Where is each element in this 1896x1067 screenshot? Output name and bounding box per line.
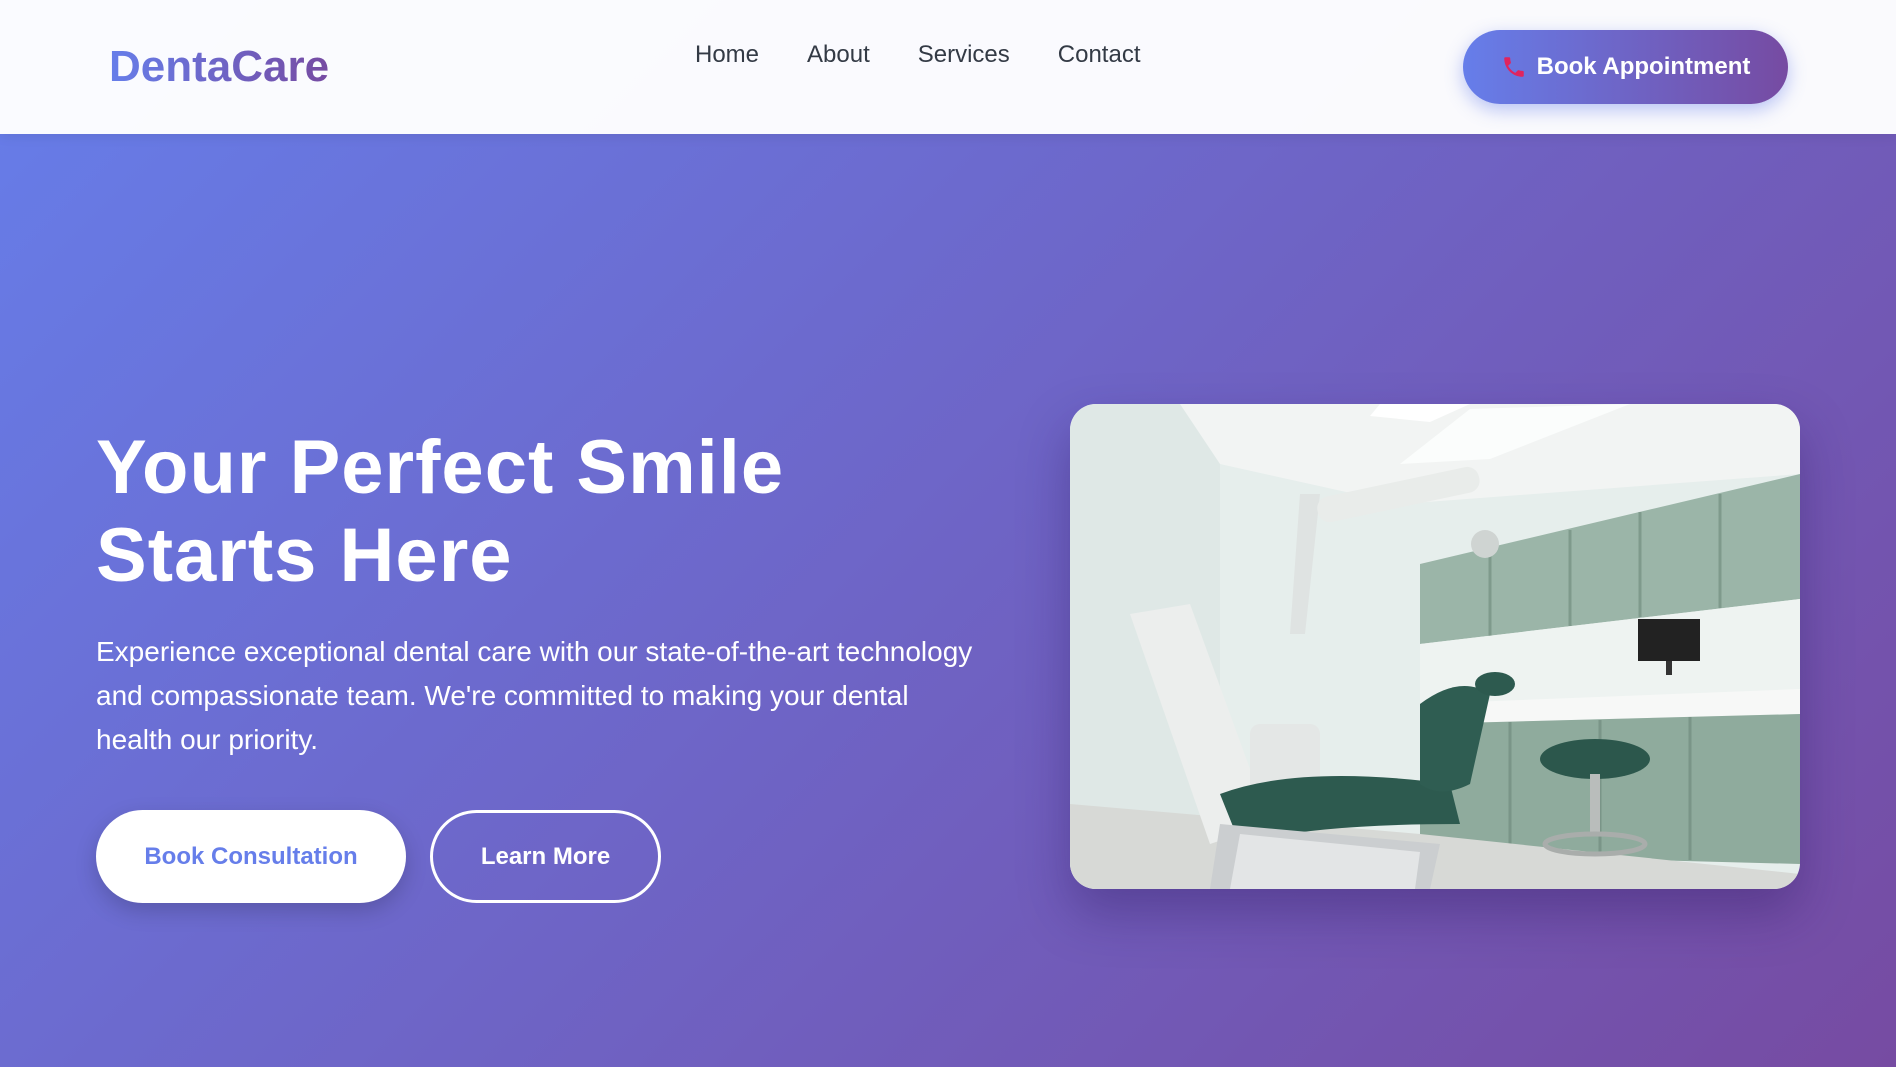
book-consultation-button[interactable]: Book Consultation [96, 810, 406, 903]
site-header: DentaCare Home About Services Contact Bo… [0, 0, 1896, 134]
hero-description: Experience exceptional dental care with … [96, 636, 973, 755]
nav-about[interactable]: About [807, 38, 870, 72]
nav-home[interactable]: Home [695, 38, 759, 72]
logo[interactable]: DentaCare [109, 41, 329, 93]
nav-services[interactable]: Services [918, 38, 1010, 72]
main-nav: Home About Services Contact [695, 38, 1141, 72]
dental-office-image [1070, 404, 1800, 889]
phone-icon [1501, 54, 1527, 80]
learn-more-button[interactable]: Learn More [430, 810, 661, 903]
hero-title: Your Perfect Smile Starts Here [96, 424, 996, 600]
book-appointment-button[interactable]: Book Appointment [1463, 30, 1788, 104]
nav-contact[interactable]: Contact [1058, 38, 1141, 72]
hero-title-line1: Your Perfect Smile [96, 425, 785, 510]
hero-title-line2: Starts Here [96, 513, 513, 598]
book-appointment-label: Book Appointment [1536, 53, 1751, 80]
